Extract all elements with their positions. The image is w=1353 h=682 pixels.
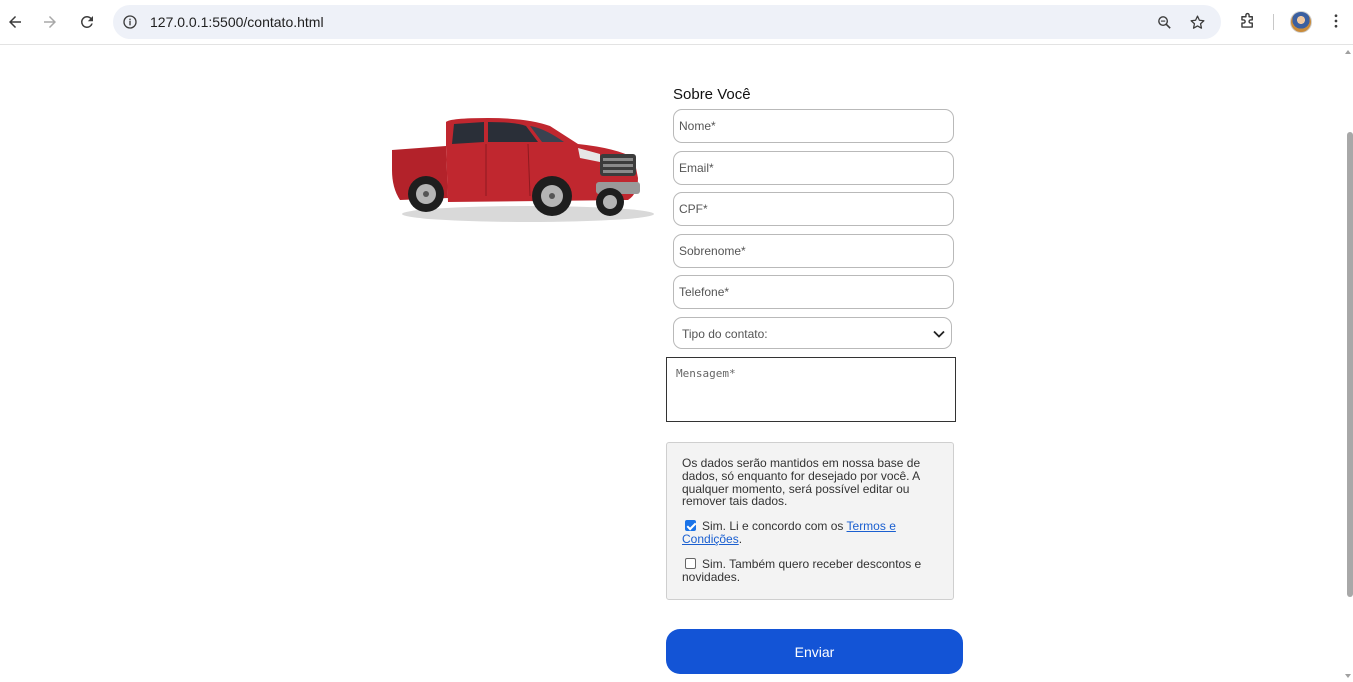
consent-box: Os dados serão mantidos em nossa base de… — [666, 442, 954, 600]
reload-icon — [80, 15, 93, 28]
privacy-text: Os dados serão mantidos em nossa base de… — [682, 456, 921, 509]
profile-avatar[interactable] — [1290, 11, 1312, 33]
extensions-icon[interactable] — [1236, 10, 1258, 32]
browser-toolbar: 127.0.0.1:5500/contato.html — [0, 0, 1353, 45]
scrollbar-thumb[interactable] — [1347, 132, 1353, 597]
tipo-contato-select[interactable]: Tipo do contato: — [673, 317, 952, 349]
terms-checkbox[interactable] — [685, 520, 696, 531]
address-bar[interactable]: 127.0.0.1:5500/contato.html — [113, 5, 1221, 39]
email-input[interactable] — [674, 152, 953, 184]
cpf-field[interactable] — [673, 192, 954, 226]
scroll-up-arrow-icon[interactable] — [1345, 50, 1351, 54]
nome-input[interactable] — [674, 110, 953, 142]
toolbar-divider — [1273, 14, 1274, 30]
form-title: Sobre Você — [673, 86, 751, 103]
url-text: 127.0.0.1:5500/contato.html — [150, 14, 324, 30]
sobrenome-input[interactable] — [674, 235, 953, 267]
telefone-field[interactable] — [673, 275, 954, 309]
newsletter-checkbox[interactable] — [685, 558, 696, 569]
newsletter-label: Sim. Também quero receber descontos e no… — [682, 557, 922, 584]
terms-label: Sim. Li e concordo com os — [702, 519, 847, 533]
reload-button[interactable] — [74, 9, 100, 35]
site-info-icon[interactable] — [121, 13, 139, 31]
tipo-contato-value: Tipo do contato: — [682, 327, 768, 341]
nome-field[interactable] — [673, 109, 954, 143]
back-arrow-icon — [9, 16, 21, 28]
forward-button[interactable] — [37, 9, 63, 35]
scroll-down-arrow-icon[interactable] — [1345, 674, 1351, 678]
telefone-input[interactable] — [674, 276, 953, 308]
zoom-icon[interactable] — [1155, 13, 1173, 31]
email-field[interactable] — [673, 151, 954, 185]
red-pickup-truck-image — [392, 118, 654, 222]
terms-option: Sim. Li e concordo com os Termos e Condi… — [682, 520, 944, 546]
back-button[interactable] — [2, 9, 28, 35]
terms-suffix: . — [738, 532, 743, 546]
forward-arrow-icon — [44, 16, 56, 28]
sobrenome-field[interactable] — [673, 234, 954, 268]
cpf-input[interactable] — [674, 193, 953, 225]
more-menu-icon[interactable] — [1325, 10, 1347, 32]
enviar-button[interactable]: Enviar — [666, 629, 963, 674]
chevron-down-icon — [933, 330, 945, 338]
bookmark-star-icon[interactable] — [1188, 13, 1206, 31]
url-path: /contato.html — [243, 14, 324, 30]
mensagem-field[interactable] — [666, 357, 956, 422]
mensagem-textarea[interactable] — [667, 358, 955, 421]
newsletter-option: Sim. Também quero receber descontos e no… — [682, 558, 944, 584]
